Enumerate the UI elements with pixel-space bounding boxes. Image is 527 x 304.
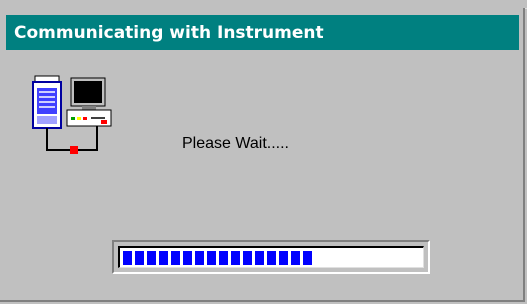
instrument-computer-connection-icon: [25, 72, 117, 162]
title-bar[interactable]: Communicating with Instrument: [6, 15, 519, 50]
progress-block: [207, 251, 216, 265]
progress-track: [118, 246, 424, 268]
progress-block: [303, 251, 312, 265]
progress-block: [219, 251, 228, 265]
progress-block: [279, 251, 288, 265]
dialog-title: Communicating with Instrument: [14, 22, 324, 43]
status-message: Please Wait.....: [182, 135, 289, 152]
progress-bar: [112, 240, 430, 274]
progress-block: [123, 251, 132, 265]
progress-block: [267, 251, 276, 265]
progress-block: [195, 251, 204, 265]
progress-block: [291, 251, 300, 265]
progress-block: [255, 251, 264, 265]
progress-block: [231, 251, 240, 265]
progress-fill: [123, 251, 312, 265]
progress-block: [135, 251, 144, 265]
progress-block: [147, 251, 156, 265]
progress-block: [171, 251, 180, 265]
progress-block: [183, 251, 192, 265]
communication-dialog: Communicating with Instrument Please Wai…: [0, 8, 525, 302]
progress-block: [243, 251, 252, 265]
progress-block: [159, 251, 168, 265]
